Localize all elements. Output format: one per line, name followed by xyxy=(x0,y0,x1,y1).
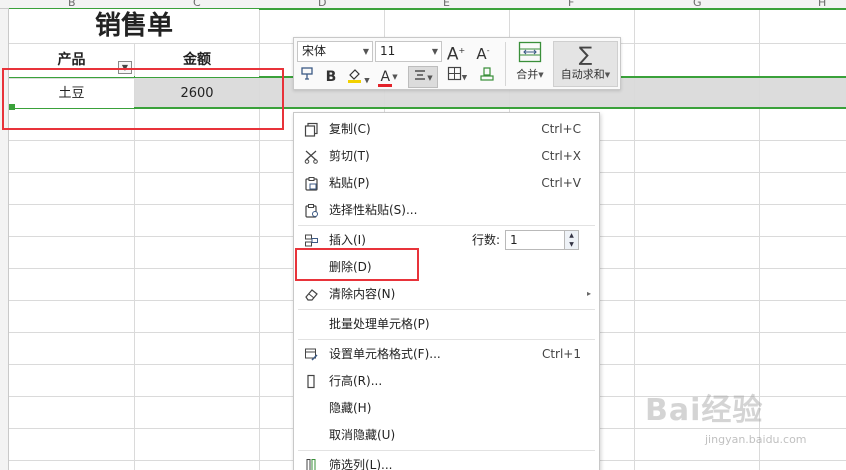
chevron-down-icon: ▼ xyxy=(431,47,438,56)
paste-special-icon xyxy=(302,201,320,219)
chevron-down-icon: ▼ xyxy=(362,47,369,56)
borders-button[interactable]: ▼ xyxy=(443,66,471,88)
menu-item-shortcut: Ctrl+V xyxy=(541,176,581,190)
menu-item-paste[interactable]: 粘贴(P) Ctrl+V xyxy=(294,170,599,196)
menu-item-label: 清除内容(N) xyxy=(329,287,396,301)
fill-color-button[interactable]: ▼ xyxy=(344,66,372,88)
menu-item-filter-column[interactable]: 筛选列(L)... xyxy=(294,452,599,470)
menu-item-hide[interactable]: 隐藏(H) xyxy=(294,395,599,421)
row-height-icon xyxy=(302,372,320,390)
align-center-icon xyxy=(415,69,426,80)
watermark-url: jingyan.baidu.com xyxy=(705,433,807,446)
merge-cells-icon xyxy=(518,41,542,63)
insert-rows-value: 1 xyxy=(510,233,518,247)
menu-item-label: 剪切(T) xyxy=(329,149,370,163)
font-color-icon: A xyxy=(378,68,393,88)
autosum-button[interactable]: ∑ 自动求和▼ xyxy=(553,41,618,87)
autosum-label: 自动求和 xyxy=(560,68,605,81)
menu-item-row-height[interactable]: 行高(R)... xyxy=(294,368,599,394)
font-color-button[interactable]: A ▼ xyxy=(374,66,402,88)
filter-column-icon xyxy=(302,456,320,470)
context-menu: 复制(C) Ctrl+C 剪切(T) Ctrl+X 粘贴(P) Ctrl+V 选… xyxy=(293,112,600,470)
merge-label: 合并 xyxy=(516,68,539,81)
menu-item-label: 行高(R)... xyxy=(329,374,383,388)
shrink-font-icon: A xyxy=(476,45,487,63)
menu-separator xyxy=(298,309,595,310)
menu-item-paste-special[interactable]: 选择性粘贴(S)... xyxy=(294,197,599,223)
shrink-font-button[interactable]: A- xyxy=(471,40,495,63)
format-painter-button[interactable] xyxy=(297,66,319,88)
clear-format-button[interactable] xyxy=(476,66,498,88)
menu-item-shortcut: Ctrl+X xyxy=(541,149,581,163)
font-color-letter: A xyxy=(380,68,391,85)
merge-cells-button[interactable]: 合并▼ xyxy=(510,41,550,87)
bold-button[interactable]: B xyxy=(321,66,341,88)
mini-format-toolbar: 宋体 ▼ 11 ▼ A+ A- B ▼ A ▼ ▼ ▼ 合并▼ ∑ 自动求和▼ xyxy=(293,37,621,90)
menu-item-shortcut: Ctrl+1 xyxy=(541,347,581,361)
menu-item-label: 设置单元格格式(F)... xyxy=(329,347,441,361)
stepper-up-icon[interactable]: ▲ xyxy=(565,231,578,240)
menu-item-label: 选择性粘贴(S)... xyxy=(329,203,418,217)
menu-item-label: 粘贴(P) xyxy=(329,176,370,190)
menu-separator xyxy=(298,225,595,226)
menu-item-copy[interactable]: 复制(C) Ctrl+C xyxy=(294,116,599,142)
scissors-icon xyxy=(302,147,320,165)
grow-font-button[interactable]: A+ xyxy=(444,40,468,65)
menu-item-unhide[interactable]: 取消隐藏(U) xyxy=(294,422,599,448)
menu-item-clear-contents[interactable]: 清除内容(N) ▸ xyxy=(294,281,599,307)
grow-font-icon: A xyxy=(446,44,459,65)
menu-item-label: 筛选列(L)... xyxy=(329,458,393,470)
font-name-select[interactable]: 宋体 ▼ xyxy=(297,41,373,62)
menu-item-shortcut: Ctrl+C xyxy=(541,122,581,136)
menu-separator xyxy=(298,339,595,340)
menu-item-batch-process[interactable]: 批量处理单元格(P) xyxy=(294,311,599,337)
paste-icon xyxy=(302,174,320,192)
stepper-down-icon[interactable]: ▼ xyxy=(565,240,578,249)
menu-item-format-cells[interactable]: 设置单元格格式(F)... Ctrl+1 xyxy=(294,341,599,367)
font-name-value: 宋体 xyxy=(302,44,327,58)
annotation-box-row xyxy=(2,68,284,130)
borders-icon xyxy=(447,66,461,81)
format-cells-icon xyxy=(302,345,320,363)
watermark-logo-text: Bai经验 xyxy=(645,393,764,428)
menu-item-cut[interactable]: 剪切(T) Ctrl+X xyxy=(294,143,599,169)
insert-rows-icon xyxy=(302,231,320,249)
sheet-title-cell[interactable]: 销售单 xyxy=(9,9,259,43)
watermark: Bai经验 jingyan.baidu.com xyxy=(645,385,845,455)
menu-item-label: 取消隐藏(U) xyxy=(329,428,396,442)
copy-icon xyxy=(302,120,320,138)
font-size-value: 11 xyxy=(380,44,396,58)
menu-item-label: 隐藏(H) xyxy=(329,401,372,415)
clear-format-icon xyxy=(480,67,494,81)
grid-line xyxy=(634,9,635,470)
toolbar-separator xyxy=(505,42,506,86)
menu-separator xyxy=(298,450,595,451)
font-size-select[interactable]: 11 ▼ xyxy=(375,41,442,62)
insert-rows-stepper[interactable]: 1 ▲ ▼ xyxy=(505,230,579,250)
eraser-icon xyxy=(302,285,320,303)
submenu-arrow-icon: ▸ xyxy=(586,289,591,298)
menu-item-label: 复制(C) xyxy=(329,122,371,136)
sum-icon: ∑ xyxy=(578,42,593,66)
stepper-buttons: ▲ ▼ xyxy=(564,231,578,249)
fill-color-icon xyxy=(348,69,362,83)
format-painter-icon xyxy=(301,67,313,80)
annotation-box-delete xyxy=(295,248,419,281)
menu-item-label: 批量处理单元格(P) xyxy=(329,317,430,331)
align-center-button[interactable]: ▼ xyxy=(408,66,438,88)
insert-rows-label: 行数: xyxy=(472,233,501,247)
